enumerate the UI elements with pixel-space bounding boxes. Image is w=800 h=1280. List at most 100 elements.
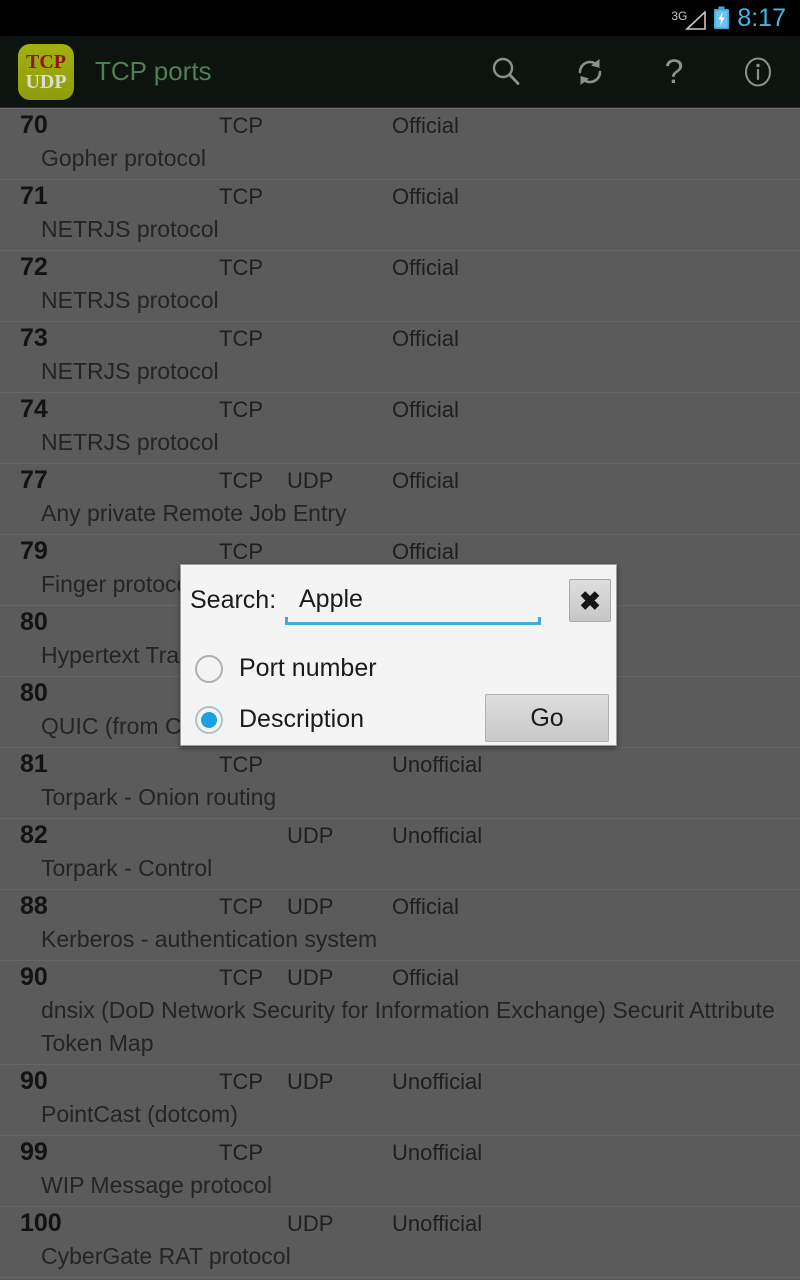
- table-row-header: 71 TCP Official: [0, 180, 800, 213]
- search-label: Search:: [190, 586, 277, 614]
- port-number: 88: [20, 892, 48, 920]
- port-number: 80: [20, 608, 48, 636]
- protocol-udp: UDP: [287, 1211, 334, 1236]
- table-row[interactable]: 99 TCP Unofficial WIP Message protocol: [0, 1136, 800, 1207]
- protocol-udp: UDP: [287, 468, 334, 493]
- protocol-tcp: TCP: [219, 1069, 263, 1094]
- protocol-tcp: TCP: [219, 1140, 263, 1165]
- port-description: dnsix (DoD Network Security for Informat…: [41, 997, 775, 1056]
- port-number: 73: [20, 324, 48, 352]
- network-indicator: 3G: [669, 6, 707, 30]
- search-dialog-row: Search: ✖: [181, 565, 618, 635]
- protocol-tcp: TCP: [219, 468, 263, 493]
- underline-line: [285, 622, 541, 625]
- help-icon-glyph: ?: [664, 52, 684, 91]
- refresh-icon[interactable]: [548, 36, 632, 108]
- status-badge: Unofficial: [392, 1140, 483, 1165]
- underline-tick-right: [538, 617, 541, 625]
- port-description: Torpark - Onion routing: [41, 784, 277, 810]
- radio-label-description: Description: [239, 705, 365, 733]
- status-badge: Official: [392, 397, 459, 422]
- radio-option-port-number[interactable]: Port number: [195, 654, 377, 683]
- port-number: 79: [20, 537, 48, 565]
- port-number: 80: [20, 679, 48, 707]
- table-row-header: 81 TCP Unofficial: [0, 748, 800, 781]
- table-row-header: 77 TCP UDP Official: [0, 464, 800, 497]
- port-description: Gopher protocol: [41, 145, 206, 171]
- table-row-header: 88 TCP UDP Official: [0, 890, 800, 923]
- radio-mark-description[interactable]: [195, 705, 223, 734]
- status-badge: Unofficial: [392, 1069, 483, 1094]
- table-row-header: 72 TCP Official: [0, 251, 800, 284]
- signal-triangle-icon: [685, 11, 707, 30]
- table-row-header: 73 TCP Official: [0, 322, 800, 355]
- protocol-tcp: TCP: [219, 326, 263, 351]
- app-icon-tcp-text: TCP: [26, 50, 66, 73]
- port-description: NETRJS protocol: [41, 287, 219, 313]
- search-input-underline: [285, 617, 541, 627]
- search-input[interactable]: [285, 581, 541, 618]
- radio-option-description[interactable]: Description: [195, 705, 364, 734]
- table-row-header: 90 TCP UDP Official: [0, 961, 800, 994]
- protocol-tcp: TCP: [219, 397, 263, 422]
- table-row[interactable]: 82 UDP Unofficial Torpark - Control: [0, 819, 800, 890]
- clear-search-button[interactable]: ✖: [569, 579, 611, 622]
- close-icon: ✖: [579, 585, 601, 616]
- protocol-tcp: TCP: [219, 752, 263, 777]
- port-number: 72: [20, 253, 48, 281]
- port-description: Kerberos - authentication system: [41, 926, 378, 952]
- battery-charging-icon: [713, 6, 730, 30]
- table-row[interactable]: 90 TCP UDP Unofficial PointCast (dotcom): [0, 1065, 800, 1136]
- go-button-label: Go: [530, 703, 564, 732]
- status-badge: Official: [392, 326, 459, 351]
- port-number: 77: [20, 466, 48, 494]
- status-bar: 3G 8:17: [0, 0, 800, 36]
- port-description: CyberGate RAT protocol: [41, 1243, 291, 1269]
- app-icon-udp-text: UDP: [25, 70, 67, 93]
- table-row-header: 82 UDP Unofficial: [0, 819, 800, 852]
- action-bar-buttons: ?: [464, 36, 800, 108]
- protocol-udp: UDP: [287, 965, 334, 990]
- table-row[interactable]: 71 TCP Official NETRJS protocol: [0, 180, 800, 251]
- status-badge: Official: [392, 965, 459, 990]
- table-row-header: 74 TCP Official: [0, 393, 800, 426]
- port-number: 70: [20, 111, 48, 139]
- protocol-tcp: TCP: [219, 113, 263, 138]
- table-row[interactable]: 88 TCP UDP Official Kerberos - authenticatio…: [0, 890, 800, 961]
- help-icon[interactable]: ?: [632, 36, 716, 108]
- table-row[interactable]: 77 TCP UDP Official Any private Remote Job E…: [0, 464, 800, 535]
- radio-mark-port-number[interactable]: [195, 654, 223, 683]
- phone-screen: 3G 8:17 TCP UDP TCP ports ? 70 TCP Offic…: [0, 0, 800, 1280]
- table-row-header: 90 TCP UDP Unofficial: [0, 1065, 800, 1098]
- status-badge: Official: [392, 255, 459, 280]
- port-description: PointCast (dotcom): [41, 1101, 238, 1127]
- port-description: NETRJS protocol: [41, 358, 219, 384]
- table-row[interactable]: 100 UDP Unofficial CyberGate RAT protocol: [0, 1207, 800, 1278]
- table-row[interactable]: 72 TCP Official NETRJS protocol: [0, 251, 800, 322]
- table-row[interactable]: 73 TCP Official NETRJS protocol: [0, 322, 800, 393]
- page-title: TCP ports: [95, 56, 212, 86]
- table-row-header: 70 TCP Official: [0, 109, 800, 142]
- radio-label-port-number: Port number: [239, 654, 377, 682]
- status-badge: Official: [392, 894, 459, 919]
- go-button[interactable]: Go: [485, 694, 609, 742]
- port-number: 100: [20, 1209, 62, 1237]
- search-dialog: Search: ✖ Port number Description Go: [180, 564, 617, 746]
- status-badge: Official: [392, 184, 459, 209]
- status-badge: Unofficial: [392, 1211, 483, 1236]
- status-bar-clock: 8:17: [737, 3, 786, 32]
- table-row[interactable]: 70 TCP Official Gopher protocol: [0, 109, 800, 180]
- table-row[interactable]: 90 TCP UDP Official dnsix (DoD Network Secur…: [0, 961, 800, 1065]
- port-number: 71: [20, 182, 48, 210]
- port-number: 82: [20, 821, 48, 849]
- status-badge: Official: [392, 113, 459, 138]
- info-icon[interactable]: [716, 36, 800, 108]
- table-row[interactable]: 81 TCP Unofficial Torpark - Onion routing: [0, 748, 800, 819]
- status-badge: Unofficial: [392, 823, 483, 848]
- port-description: NETRJS protocol: [41, 216, 219, 242]
- port-description: WIP Message protocol: [41, 1172, 272, 1198]
- table-row[interactable]: 74 TCP Official NETRJS protocol: [0, 393, 800, 464]
- port-description: Torpark - Control: [41, 855, 213, 881]
- search-icon[interactable]: [464, 36, 548, 108]
- protocol-tcp: TCP: [219, 965, 263, 990]
